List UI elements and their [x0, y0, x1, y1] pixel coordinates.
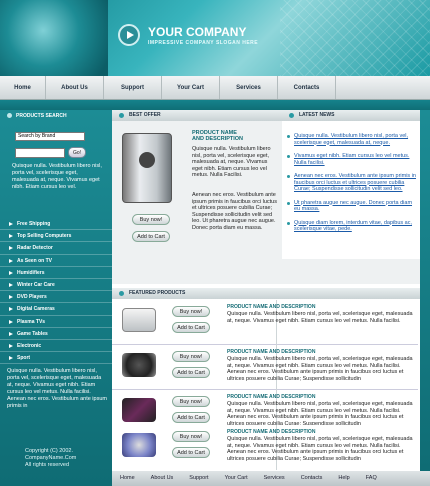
- best-offer-heading: BEST OFFER: [112, 110, 282, 121]
- category-item[interactable]: Electronic: [0, 340, 112, 353]
- footer-nav-support[interactable]: Support: [181, 471, 216, 486]
- globe-graphic: [0, 0, 108, 76]
- remote-product-image[interactable]: [122, 398, 156, 422]
- buy-now-button[interactable]: Buy now!: [172, 396, 210, 407]
- products-search-heading: PRODUCTS SEARCH: [0, 110, 112, 122]
- category-item[interactable]: Humidifiers: [0, 267, 112, 279]
- search-brand-select[interactable]: Search by Brand: [15, 132, 85, 141]
- buy-now-button[interactable]: Buy now!: [132, 214, 170, 225]
- news-link[interactable]: Quisque nulla. Vestibulum libero nisl, p…: [286, 133, 416, 146]
- buy-now-button[interactable]: Buy now!: [172, 306, 210, 317]
- add-to-cart-button[interactable]: Add to Cart: [172, 367, 210, 378]
- category-item[interactable]: Radar Detector: [0, 242, 112, 255]
- news-link[interactable]: Vivamus eget nibh. Etiam cursus leo vel …: [286, 153, 416, 166]
- add-to-cart-button[interactable]: Add to Cart: [132, 231, 170, 242]
- search-input[interactable]: [15, 148, 65, 158]
- right-edge-bar: [420, 110, 430, 471]
- footer-nav-services[interactable]: Services: [256, 471, 293, 486]
- add-to-cart-button[interactable]: Add to Cart: [172, 447, 210, 458]
- featured-row: Buy now! Add to Cart PRODUCT NAME AND DE…: [112, 300, 418, 345]
- latest-news-heading: LATEST NEWS: [282, 110, 420, 121]
- product-description: Quisque nulla. Vestibulum libero nisl, p…: [192, 146, 271, 178]
- printer-product-image[interactable]: [122, 308, 156, 332]
- best-offer-panel: Buy now! Add to Cart PRODUCT NAME AND DE…: [112, 121, 282, 259]
- company-slogan: IMPRESSIVE COMPANY SLOGAN HERE: [148, 40, 259, 46]
- copyright-line: Copyright (C) 2002.: [25, 448, 73, 454]
- product-description: Quisque nulla. Vestibulum libero nisl, p…: [227, 436, 413, 462]
- company-name[interactable]: YOUR COMPANY: [148, 25, 246, 39]
- steering-wheel-product-image[interactable]: [122, 353, 156, 377]
- computer-product-image[interactable]: [122, 133, 172, 203]
- category-item[interactable]: Top Selling Computers: [0, 230, 112, 243]
- grid-graphic: [280, 0, 430, 76]
- copyright-line: CompanyName.Com: [25, 455, 77, 461]
- latest-news-panel: Quisque nulla. Vestibulum libero nisl, p…: [282, 121, 420, 259]
- sidebar-text: Quisque nulla. Vestibulum libero nisl, p…: [12, 163, 102, 190]
- add-to-cart-button[interactable]: Add to Cart: [172, 322, 210, 333]
- nav-contacts[interactable]: Contacts: [278, 76, 336, 99]
- category-item[interactable]: Free Shipping: [0, 218, 112, 231]
- product-description: Quisque nulla. Vestibulum libero nisl, p…: [227, 311, 413, 324]
- footer-nav-help[interactable]: Help: [330, 471, 357, 486]
- bottom-navigation: Home About Us Support Your Cart Services…: [112, 471, 430, 486]
- sidebar-text-2: Quisque nulla. Vestibulum libero nisl, p…: [7, 368, 107, 409]
- product-title[interactable]: PRODUCT NAME AND DESCRIPTION: [227, 349, 315, 355]
- product-description: Quisque nulla. Vestibulum libero nisl, p…: [227, 401, 413, 427]
- add-to-cart-button[interactable]: Add to Cart: [172, 412, 210, 423]
- category-item[interactable]: As Seen on TV: [0, 255, 112, 267]
- footer-nav-about-us[interactable]: About Us: [143, 471, 182, 486]
- product-title[interactable]: PRODUCT NAME AND DESCRIPTION: [227, 429, 315, 435]
- header-strip: [0, 100, 430, 110]
- category-item[interactable]: Game Tables: [0, 328, 112, 340]
- news-link[interactable]: Ut pharetra augue nec augue. Donec porta…: [286, 200, 416, 213]
- go-button[interactable]: Go!: [68, 147, 86, 158]
- category-item[interactable]: Plasma TVs: [0, 316, 112, 328]
- featured-row: Buy now! Add to Cart PRODUCT NAME AND DE…: [112, 345, 418, 390]
- nav-services[interactable]: Services: [220, 76, 278, 99]
- product-title-line: AND DESCRIPTION: [192, 136, 244, 142]
- featured-products-heading: FEATURED PRODUCTS: [112, 288, 420, 299]
- copyright-line: All rights reserved: [25, 462, 70, 468]
- footer-nav-your-cart[interactable]: Your Cart: [217, 471, 256, 486]
- buy-now-button[interactable]: Buy now!: [172, 351, 210, 362]
- site-header: YOUR COMPANY IMPRESSIVE COMPANY SLOGAN H…: [0, 0, 430, 76]
- left-sidebar: PRODUCTS SEARCH Search by Brand Go! Quis…: [0, 110, 112, 486]
- buy-now-button[interactable]: Buy now!: [172, 431, 210, 442]
- product-description-2: Aenean nec eros. Vestibulum ante ipsum p…: [192, 192, 277, 231]
- product-title[interactable]: PRODUCT NAME AND DESCRIPTION: [227, 394, 315, 400]
- footer-nav-home[interactable]: Home: [112, 471, 143, 486]
- copyright: Copyright (C) 2002. CompanyName.Com All …: [25, 448, 76, 469]
- scanner-product-image[interactable]: [122, 433, 156, 457]
- logo-icon[interactable]: [118, 24, 140, 46]
- nav-support[interactable]: Support: [104, 76, 162, 99]
- top-navigation: Home About Us Support Your Cart Services…: [0, 76, 430, 100]
- news-link[interactable]: Quisque diam lorem, interdum vitae, dapi…: [286, 220, 416, 233]
- product-title[interactable]: PRODUCT NAME AND DESCRIPTION: [227, 304, 315, 310]
- nav-about-us[interactable]: About Us: [46, 76, 104, 99]
- product-title[interactable]: PRODUCT NAME AND DESCRIPTION: [192, 130, 243, 142]
- news-link[interactable]: Aenean nec eros. Vestibulum ante ipsum p…: [286, 173, 416, 193]
- footer-nav-faq[interactable]: FAQ: [358, 471, 385, 486]
- category-list: Free Shipping Top Selling Computers Rada…: [0, 218, 112, 365]
- category-item[interactable]: Digital Cameras: [0, 303, 112, 316]
- category-item[interactable]: DVD Players: [0, 291, 112, 304]
- footer-nav-contacts[interactable]: Contacts: [293, 471, 331, 486]
- category-item[interactable]: Sport: [0, 352, 112, 365]
- featured-row: Buy now! Add to Cart PRODUCT NAME AND DE…: [112, 425, 418, 471]
- featured-strip: [112, 259, 430, 284]
- product-description: Quisque nulla. Vestibulum libero nisl, p…: [227, 356, 413, 382]
- category-item[interactable]: Winter Car Care: [0, 279, 112, 292]
- nav-home[interactable]: Home: [0, 76, 46, 99]
- nav-your-cart[interactable]: Your Cart: [162, 76, 220, 99]
